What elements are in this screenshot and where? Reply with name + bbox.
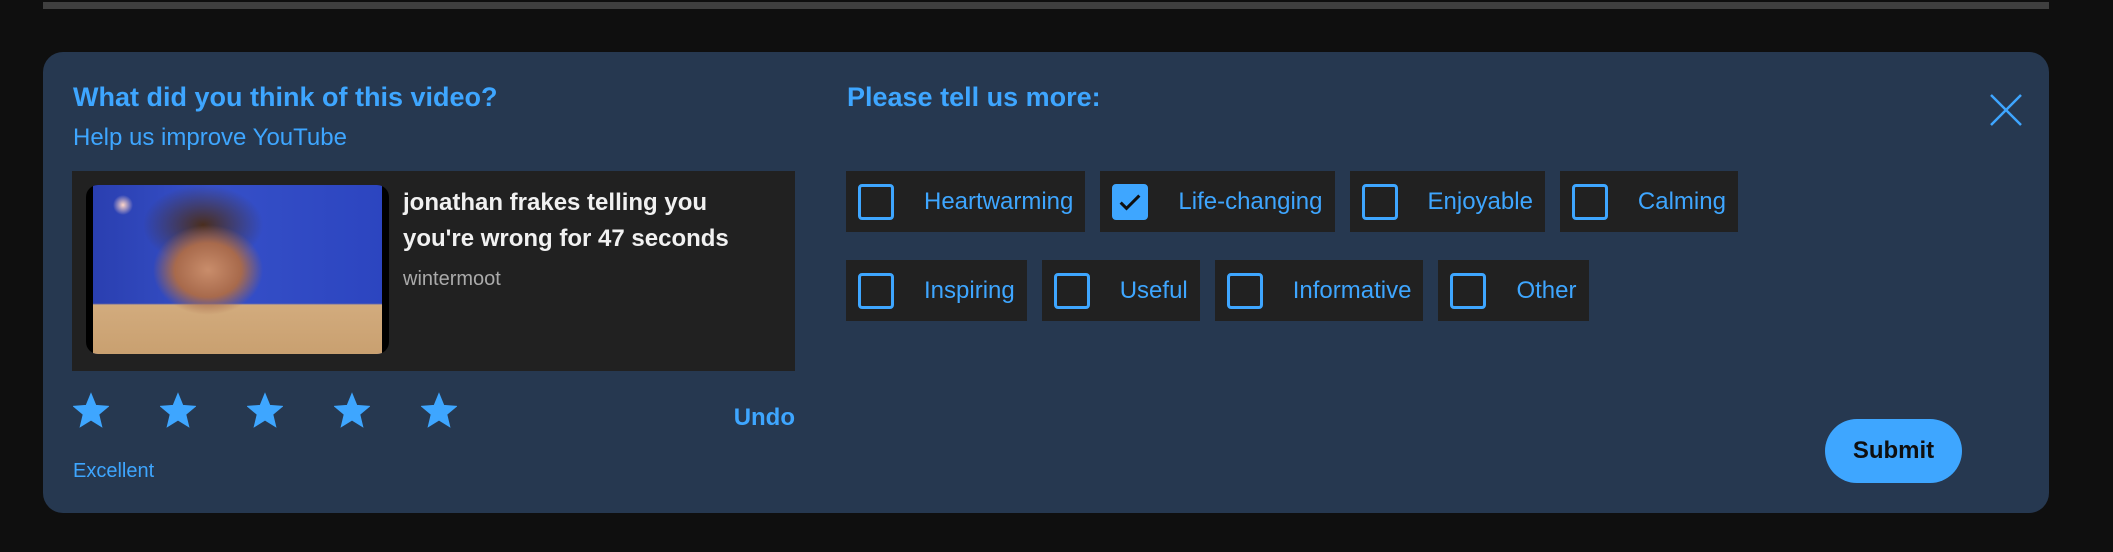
option-label: Life-changing [1178,187,1323,215]
star-icon[interactable] [334,392,370,428]
submit-button[interactable]: Submit [1825,419,1962,483]
option-label: Other [1516,276,1577,304]
video-title: jonathan frakes telling you you're wrong… [403,189,729,252]
option-label: Heartwarming [924,187,1074,215]
more-title: Please tell us more: [847,82,1101,112]
option-label: Calming [1637,187,1726,215]
checkbox[interactable] [858,272,894,309]
option-useful[interactable]: Useful [1041,260,1200,321]
checkmark-icon [1119,194,1141,211]
checkbox[interactable] [1226,272,1263,309]
star-icon[interactable] [160,392,196,428]
option-other[interactable]: Other [1438,260,1589,321]
checkbox[interactable] [1361,183,1398,220]
star-icon[interactable] [421,392,457,428]
feedback-dialog: What did you think of this video? Help u… [43,52,2049,513]
video-card: jonathan frakes telling you you're wrong… [72,171,795,371]
thumbnail-image [93,185,382,354]
option-enjoyable[interactable]: Enjoyable [1349,171,1545,232]
progress-bar [43,2,2049,9]
dialog-subtitle: Help us improve YouTube [73,124,347,151]
option-label: Enjoyable [1427,187,1533,215]
checkbox[interactable] [1571,183,1608,220]
option-informative[interactable]: Informative [1214,260,1424,321]
option-calming[interactable]: Calming [1559,171,1738,232]
option-heartwarming[interactable]: Heartwarming [846,171,1086,232]
video-channel: wintermoot [403,268,501,290]
close-icon [1990,94,2022,126]
dialog-title: What did you think of this video? [73,82,498,112]
feedback-options: Heartwarming Life-changing Enjoyable Calmin… [846,171,1806,321]
star-rating [73,392,457,432]
undo-button[interactable]: Undo [734,404,795,432]
option-label: Informative [1292,276,1412,304]
option-life-changing[interactable]: Life-changing [1100,171,1335,232]
video-thumbnail [86,185,389,354]
option-label: Inspiring [924,276,1015,304]
option-label: Useful [1119,276,1188,304]
checkbox[interactable] [1450,272,1487,309]
star-icon[interactable] [247,392,283,428]
option-inspiring[interactable]: Inspiring [846,260,1027,321]
rating-label: Excellent [73,460,155,482]
checkbox[interactable] [1112,183,1149,220]
close-button[interactable] [1986,90,2026,130]
checkbox[interactable] [1053,272,1090,309]
star-icon[interactable] [73,392,109,428]
checkbox[interactable] [858,183,894,220]
